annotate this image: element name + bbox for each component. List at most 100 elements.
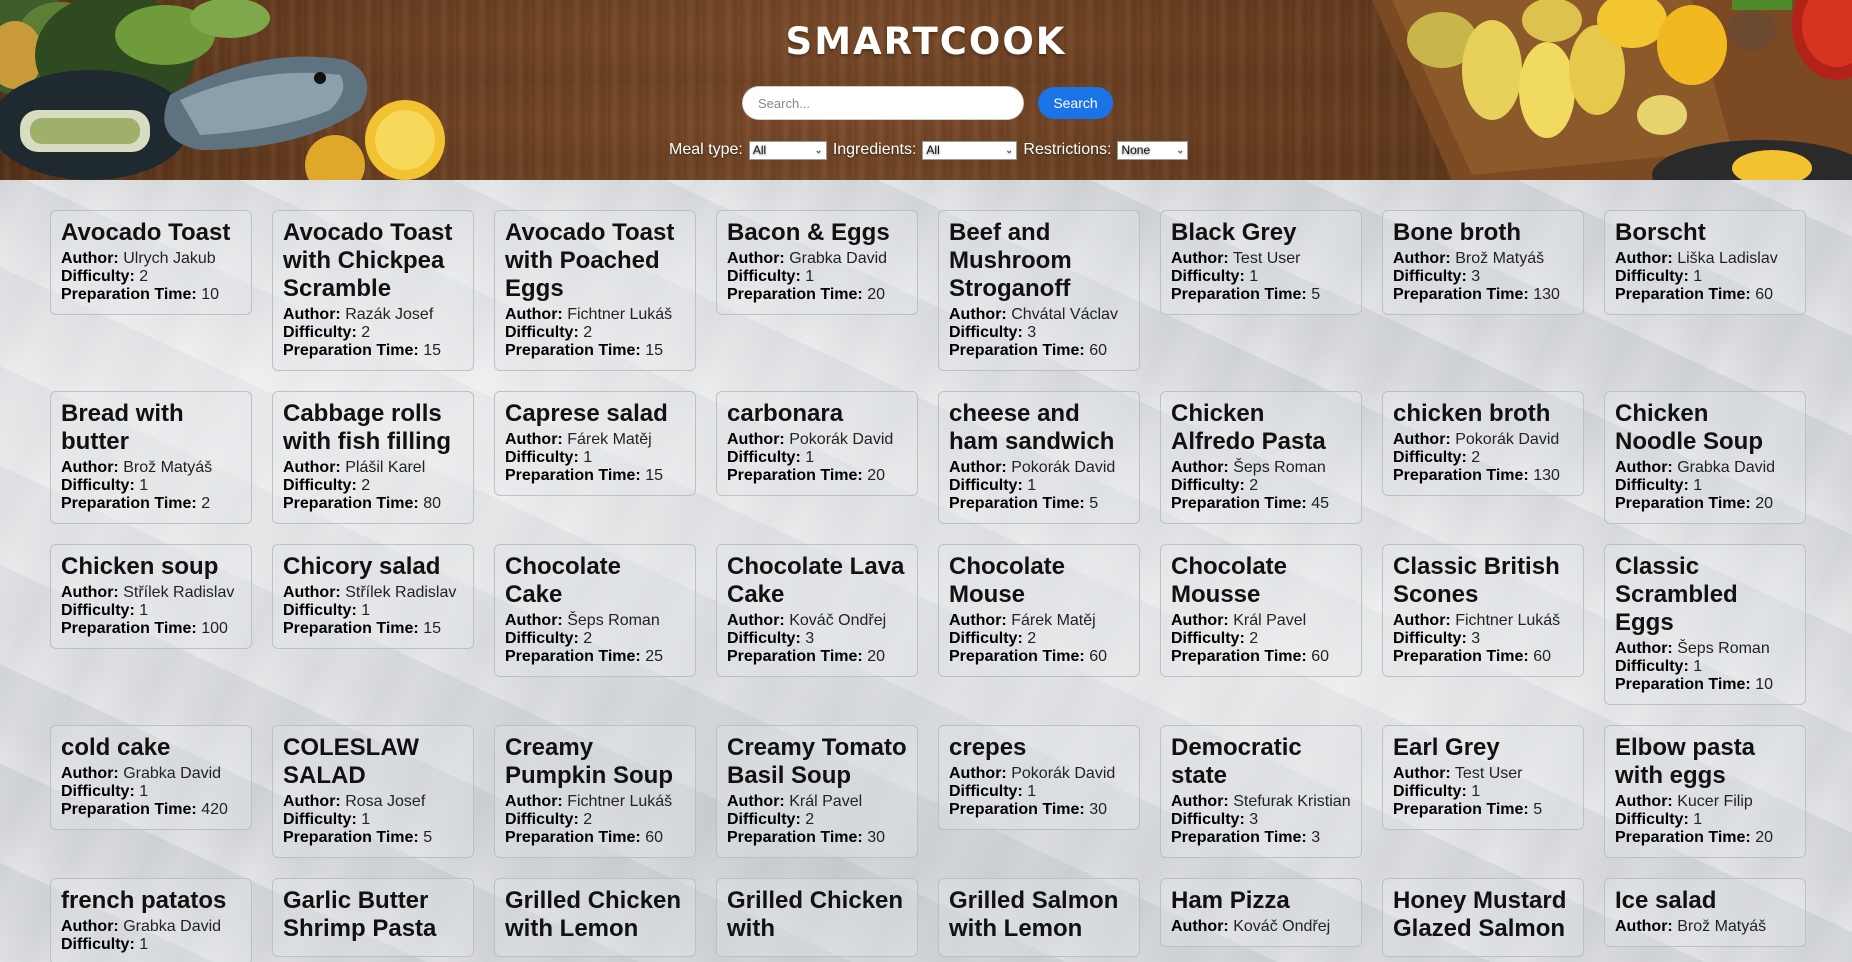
recipe-card[interactable]: Classic Scrambled Eggs Author: Šeps Roman… (1604, 544, 1806, 705)
recipe-card[interactable]: Bread with butter Author: Brož Matyáš Diff… (50, 391, 252, 524)
recipe-author: Author: Kováč Ondřej (727, 612, 907, 630)
recipe-card[interactable]: Democratic state Author: Stefurak Kristia… (1160, 725, 1362, 858)
meal-type-select[interactable]: All ⌄ (748, 140, 827, 160)
recipe-card[interactable]: cold cake Author: Grabka David Difficulty:… (50, 725, 252, 830)
recipe-card[interactable]: Chocolate Cake Author: Šeps Roman Difficul… (494, 544, 696, 677)
recipe-title: Classic Scrambled Eggs (1615, 553, 1738, 636)
recipe-author-label: Author: (1393, 612, 1451, 629)
recipe-author: Author: Fichtner Lukáš (1393, 612, 1573, 630)
recipe-card[interactable]: Chicken Noodle Soup Author: Grabka David D… (1604, 391, 1806, 524)
recipe-card[interactable]: Chicken soup Author: Střílek Radislav Diff… (50, 544, 252, 649)
recipe-preparation-time: Preparation Time: 30 (949, 801, 1129, 819)
recipe-difficulty-value: 2 (583, 630, 593, 647)
recipe-card[interactable]: crepes Author: Pokorák David Difficulty: 1… (938, 725, 1140, 830)
recipe-author-label: Author: (61, 584, 119, 601)
recipe-difficulty-value: 1 (1027, 783, 1037, 800)
recipe-card[interactable]: cheese and ham sandwich Author: Pokorák D… (938, 391, 1140, 524)
recipe-card[interactable]: Beef and Mushroom Stroganoff Author: Chvá… (938, 210, 1140, 371)
recipe-difficulty-label: Difficulty: (505, 324, 579, 341)
recipe-card[interactable]: Black Grey Author: Test User Difficulty: 1… (1160, 210, 1362, 315)
recipe-difficulty-value: 3 (1471, 268, 1481, 285)
recipe-card[interactable]: Grilled Chicken with Lemon (494, 878, 696, 957)
recipe-difficulty-value: 3 (1249, 811, 1259, 828)
recipe-author-label: Author: (505, 431, 563, 448)
recipe-card[interactable]: Borscht Author: Liška Ladislav Difficulty:… (1604, 210, 1806, 315)
recipe-difficulty-value: 1 (1693, 477, 1703, 494)
recipe-difficulty: Difficulty: 1 (61, 936, 241, 954)
recipe-difficulty: Difficulty: 2 (949, 630, 1129, 648)
recipe-card[interactable]: Bacon & Eggs Author: Grabka David Difficul… (716, 210, 918, 315)
recipe-author-label: Author: (505, 306, 563, 323)
recipe-preparation-time-value: 100 (201, 620, 228, 637)
recipe-card[interactable]: Creamy Pumpkin Soup Author: Fichtner Luká… (494, 725, 696, 858)
recipe-preparation-time-value: 5 (1089, 495, 1099, 512)
recipe-card[interactable]: Ice salad Author: Brož Matyáš (1604, 878, 1806, 947)
recipe-difficulty-value: 3 (1471, 630, 1481, 647)
recipe-preparation-time: Preparation Time: 10 (61, 286, 241, 304)
recipe-preparation-time: Preparation Time: 5 (949, 495, 1129, 513)
recipe-card[interactable]: Garlic Butter Shrimp Pasta (272, 878, 474, 957)
recipe-author-value: Střílek Radislav (345, 584, 457, 601)
recipe-author-value: Grabka David (1677, 459, 1776, 476)
recipe-card[interactable]: Grilled Chicken with (716, 878, 918, 957)
site-header: SMARTCOOK Search Meal type: All ⌄ Ingred… (0, 0, 1852, 180)
recipe-difficulty: Difficulty: 1 (61, 477, 241, 495)
recipe-card[interactable]: carbonara Author: Pokorák David Difficulty… (716, 391, 918, 496)
recipe-author-label: Author: (505, 793, 563, 810)
recipe-preparation-time-label: Preparation Time: (61, 801, 197, 818)
ingredients-select[interactable]: All ⌄ (922, 140, 1018, 160)
recipe-card[interactable]: Elbow pasta with eggs Author: Kucer Filip… (1604, 725, 1806, 858)
recipe-card[interactable]: Avocado Toast with Chickpea Scramble Auth… (272, 210, 474, 371)
recipe-card[interactable]: chicken broth Author: Pokorák David Diffic… (1382, 391, 1584, 496)
recipe-preparation-time-label: Preparation Time: (949, 342, 1085, 359)
search-button[interactable]: Search (1038, 87, 1113, 119)
chevron-down-icon: ⌄ (1005, 144, 1014, 156)
recipe-preparation-time-value: 60 (1311, 648, 1329, 665)
recipe-author-label: Author: (727, 793, 785, 810)
recipe-author-label: Author: (727, 250, 785, 267)
recipe-card[interactable]: Earl Grey Author: Test User Difficulty: 1P… (1382, 725, 1584, 830)
recipe-card[interactable]: COLESLAW SALAD Author: Rosa Josef Difficul… (272, 725, 474, 858)
recipe-card[interactable]: Cabbage rolls with fish filling Author: P… (272, 391, 474, 524)
recipe-card[interactable]: Classic British Scones Author: Fichtner L… (1382, 544, 1584, 677)
recipe-difficulty-label: Difficulty: (61, 602, 135, 619)
recipe-author-value: Kucer Filip (1677, 793, 1753, 810)
recipe-difficulty: Difficulty: 1 (949, 477, 1129, 495)
recipe-preparation-time-value: 60 (1089, 648, 1107, 665)
recipe-card[interactable]: Ham Pizza Author: Kováč Ondřej (1160, 878, 1362, 947)
recipe-author-label: Author: (1615, 640, 1673, 657)
recipe-card[interactable]: Chicken Alfredo Pasta Author: Šeps Roman D… (1160, 391, 1362, 524)
recipe-preparation-time-value: 420 (201, 801, 228, 818)
recipe-preparation-time-label: Preparation Time: (505, 342, 641, 359)
recipe-card[interactable]: Chocolate Lava Cake Author: Kováč Ondřej D… (716, 544, 918, 677)
recipe-card[interactable]: Grilled Salmon with Lemon (938, 878, 1140, 957)
restrictions-select[interactable]: None ⌄ (1117, 140, 1189, 160)
recipe-card[interactable]: Avocado Toast with Poached Eggs Author: F… (494, 210, 696, 371)
recipe-card[interactable]: Creamy Tomato Basil Soup Author: Král Pav… (716, 725, 918, 858)
recipe-card[interactable]: french patatos Author: Grabka David Diffic… (50, 878, 252, 962)
recipe-card[interactable]: Chocolate Mouse Author: Fárek Matěj Diffic… (938, 544, 1140, 677)
recipe-difficulty-value: 1 (139, 936, 149, 953)
recipe-preparation-time-value: 15 (423, 342, 441, 359)
recipe-difficulty-value: 1 (805, 449, 815, 466)
recipe-card[interactable]: Avocado Toast Author: Ulrych Jakub Difficu… (50, 210, 252, 315)
recipe-author: Author: Test User (1393, 765, 1573, 783)
recipe-card[interactable]: Chicory salad Author: Střílek Radislav Dif… (272, 544, 474, 649)
recipe-title: Chocolate Mouse (949, 553, 1066, 608)
recipe-difficulty: Difficulty: 1 (1615, 658, 1795, 676)
recipe-card[interactable]: Bone broth Author: Brož Matyáš Difficulty:… (1382, 210, 1584, 315)
recipe-preparation-time-label: Preparation Time: (505, 467, 641, 484)
search-input[interactable] (742, 86, 1024, 120)
recipe-author: Author: Fichtner Lukáš (505, 793, 685, 811)
recipe-author-value: Plášil Karel (345, 459, 426, 476)
recipe-title: Chicory salad (283, 553, 441, 580)
recipe-preparation-time-value: 20 (867, 467, 885, 484)
recipe-card[interactable]: Caprese salad Author: Fárek Matěj Difficul… (494, 391, 696, 496)
recipe-card[interactable]: Honey Mustard Glazed Salmon (1382, 878, 1584, 957)
recipe-preparation-time: Preparation Time: 5 (1393, 801, 1573, 819)
recipe-title: french patatos (61, 887, 227, 914)
recipe-author-label: Author: (61, 459, 119, 476)
recipe-author-label: Author: (1393, 250, 1451, 267)
recipe-card[interactable]: Chocolate Mousse Author: Král Pavel Diffic… (1160, 544, 1362, 677)
recipe-preparation-time-value: 60 (1089, 342, 1107, 359)
